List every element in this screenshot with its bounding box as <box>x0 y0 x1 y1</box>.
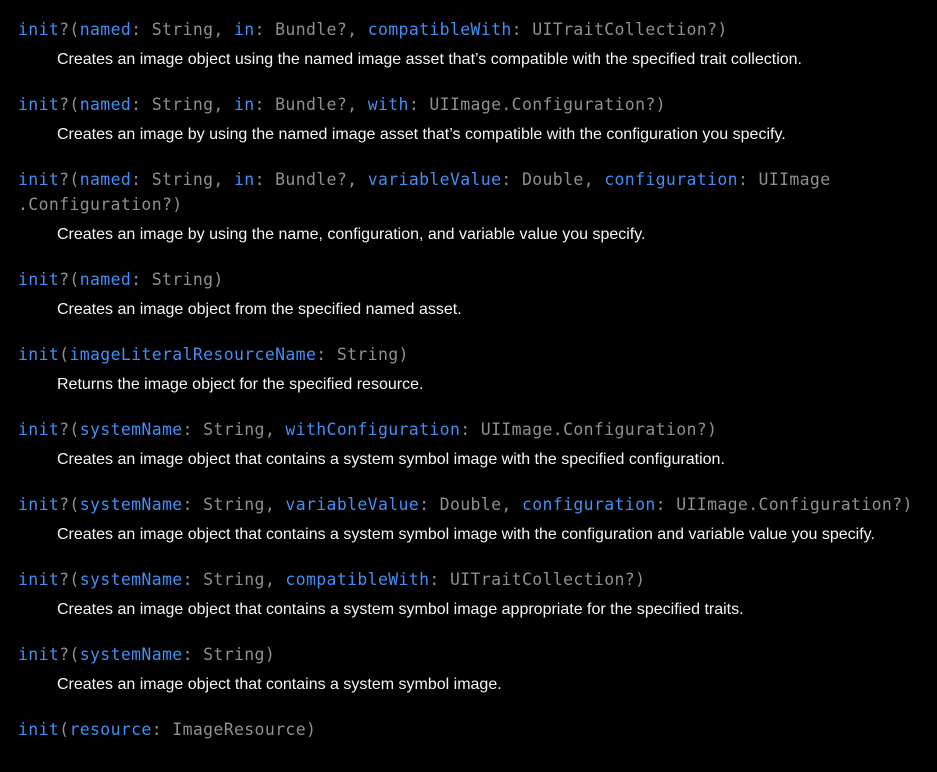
signature-type-text: ?( <box>59 645 80 664</box>
signature-type-text: ?( <box>59 420 80 439</box>
initializer-signature[interactable]: init?(systemName: String, compatibleWith… <box>18 567 937 592</box>
initializer-list: init?(named: String, in: Bundle?, compat… <box>18 17 937 742</box>
signature-parameter-label: compatibleWith <box>367 20 512 39</box>
initializer-description: Creates an image object from the specifi… <box>57 301 462 318</box>
initializer-entry: init?(named: String, in: Bundle?, variab… <box>18 167 937 247</box>
signature-type-text: ?( <box>59 95 80 114</box>
initializer-description: Returns the image object for the specifi… <box>57 376 424 393</box>
initializer-signature[interactable]: init?(systemName: String) <box>18 642 937 667</box>
signature-type-text: : String, <box>131 95 234 114</box>
signature-parameter-label: named <box>79 20 132 39</box>
initializer-entry: init?(systemName: String, variableValue:… <box>18 492 937 547</box>
signature-type-text: : String, <box>182 420 286 439</box>
signature-type-text: : String, <box>182 495 286 514</box>
signature-type-text: : String, <box>131 170 234 189</box>
initializer-signature[interactable]: init(resource: ImageResource) <box>18 717 937 742</box>
signature-parameter-label: withConfiguration <box>285 420 461 439</box>
signature-parameter-label: imageLiteralResourceName <box>69 345 317 364</box>
signature-type-text: : String, <box>182 570 286 589</box>
signature-parameter-label: systemName <box>79 495 183 514</box>
signature-type-text: : Bundle?, <box>254 20 368 39</box>
signature-type-text: : Double, <box>501 170 605 189</box>
signature-parameter-label: configuration <box>521 495 656 514</box>
signature-type-text: : UITraitCollection?) <box>429 570 646 589</box>
initializer-description: Creates an image by using the name, conf… <box>57 226 646 243</box>
signature-parameter-label: variableValue <box>367 170 502 189</box>
initializer-signature[interactable]: init?(systemName: String, withConfigurat… <box>18 417 937 442</box>
signature-type-text: ?( <box>59 170 80 189</box>
initializer-entry: init?(named: String, in: Bundle?, compat… <box>18 17 937 72</box>
signature-type-text: : String, <box>131 20 234 39</box>
signature-parameter-label: configuration <box>604 170 738 189</box>
initializer-description: Creates an image object that contains a … <box>57 451 725 468</box>
signature-type-text: : UITraitCollection?) <box>511 20 728 39</box>
signature-init-link[interactable]: init <box>18 170 59 189</box>
signature-type-text: ?( <box>59 20 80 39</box>
signature-type-text: : String) <box>316 345 409 364</box>
signature-type-text: : String) <box>182 645 276 664</box>
signature-init-link[interactable]: init <box>18 495 59 514</box>
signature-type-text: ( <box>59 345 70 364</box>
signature-parameter-label: named <box>79 270 132 289</box>
signature-type-text: ( <box>59 720 70 739</box>
signature-type-text: ?( <box>59 570 80 589</box>
signature-init-link[interactable]: init <box>18 570 59 589</box>
signature-type-text: : Double, <box>419 495 522 514</box>
signature-parameter-label: systemName <box>79 570 183 589</box>
signature-type-text: : String) <box>131 270 224 289</box>
initializer-entry: init?(systemName: String, compatibleWith… <box>18 567 937 622</box>
initializer-signature[interactable]: init?(named: String, in: Bundle?, compat… <box>18 17 937 42</box>
signature-init-link[interactable]: init <box>18 720 59 739</box>
signature-parameter-label: resource <box>69 720 152 739</box>
signature-parameter-label: systemName <box>79 420 183 439</box>
signature-parameter-label: systemName <box>79 645 183 664</box>
signature-init-link[interactable]: init <box>18 645 59 664</box>
initializer-description: Creates an image object using the named … <box>57 51 802 68</box>
signature-type-text: : UIImage.Configuration?) <box>408 95 666 114</box>
signature-init-link[interactable]: init <box>18 95 59 114</box>
initializer-entry: init(imageLiteralResourceName: String) Re… <box>18 342 937 397</box>
initializer-signature[interactable]: init?(named: String, in: Bundle?, with: … <box>18 92 937 117</box>
signature-init-link[interactable]: init <box>18 420 59 439</box>
signature-type-text: : UIImage.Configuration?) <box>655 495 913 514</box>
signature-parameter-label: in <box>233 95 255 114</box>
signature-parameter-label: in <box>233 20 255 39</box>
signature-init-link[interactable]: init <box>18 345 59 364</box>
signature-parameter-label: named <box>79 170 132 189</box>
initializer-description: Creates an image object that contains a … <box>57 526 875 543</box>
initializer-description: Creates an image object that contains a … <box>57 601 744 618</box>
signature-parameter-label: variableValue <box>285 495 420 514</box>
initializer-signature[interactable]: init?(systemName: String, variableValue:… <box>18 492 937 517</box>
signature-type-text: ?( <box>59 495 80 514</box>
signature-type-text: : Bundle?, <box>254 170 368 189</box>
initializer-entry: init?(systemName: String, withConfigurat… <box>18 417 937 472</box>
signature-parameter-label: with <box>367 95 409 114</box>
signature-type-text: : Bundle?, <box>254 95 368 114</box>
initializer-description: Creates an image object that contains a … <box>57 676 502 693</box>
initializer-entry: init?(named: String, in: Bundle?, with: … <box>18 92 937 147</box>
initializer-entry: init?(named: String) Creates an image obj… <box>18 267 937 322</box>
signature-init-link[interactable]: init <box>18 20 59 39</box>
signature-parameter-label: named <box>79 95 132 114</box>
signature-parameter-label: in <box>233 170 255 189</box>
initializer-signature[interactable]: init(imageLiteralResourceName: String) <box>18 342 937 367</box>
initializer-entry: init?(systemName: String) Creates an imag… <box>18 642 937 697</box>
initializer-description: Creates an image by using the named imag… <box>57 126 786 143</box>
initializer-signature[interactable]: init?(named: String, in: Bundle?, variab… <box>18 167 937 217</box>
signature-type-text: ?( <box>59 270 80 289</box>
initializer-entry: init(resource: ImageResource) <box>18 717 937 742</box>
signature-init-link[interactable]: init <box>18 270 59 289</box>
signature-type-text: : UIImage.Configuration?) <box>460 420 718 439</box>
signature-parameter-label: compatibleWith <box>285 570 430 589</box>
signature-type-text: : ImageResource) <box>151 720 317 739</box>
initializer-signature[interactable]: init?(named: String) <box>18 267 937 292</box>
